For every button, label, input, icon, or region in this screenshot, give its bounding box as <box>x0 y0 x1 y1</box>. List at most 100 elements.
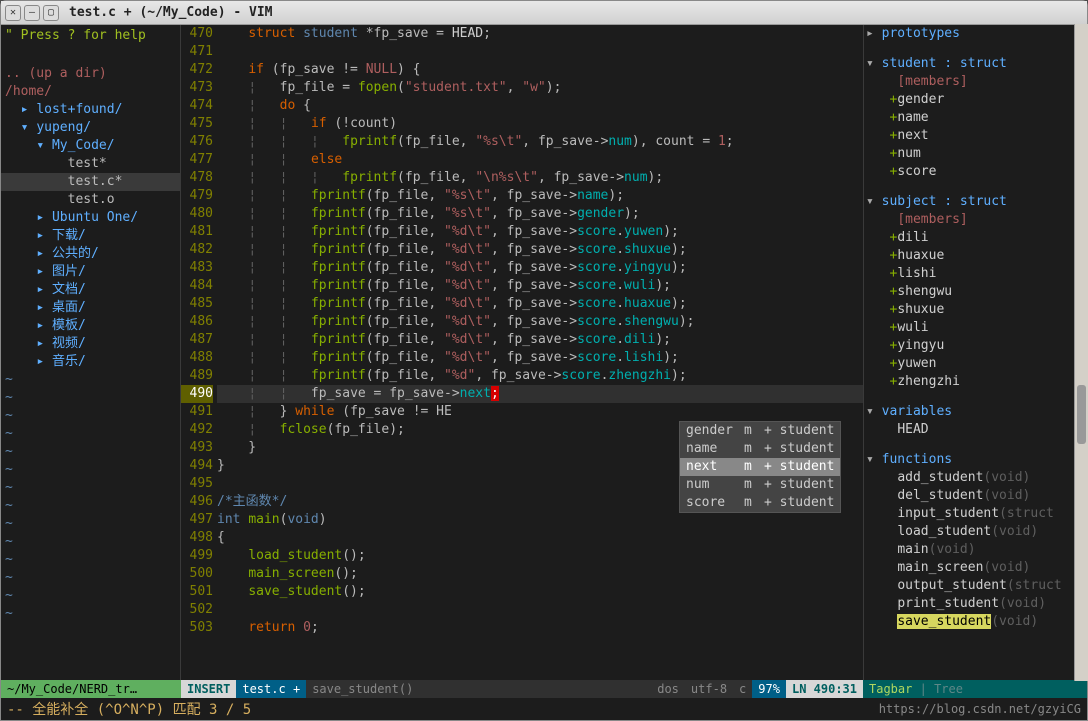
tagbar-function[interactable]: load_student(void) <box>866 523 1087 541</box>
completion-item[interactable]: genderm+ student <box>680 422 840 440</box>
code-line[interactable]: ¦ fp_file = fopen("student.txt", "w"); <box>217 79 863 97</box>
nerdtree-item[interactable]: ▸ 下载/ <box>1 227 180 245</box>
tagbar-section[interactable]: ▾ student : struct <box>866 55 1087 73</box>
tagbar-member[interactable]: +next <box>866 127 1087 145</box>
gutter-line: 472 <box>181 61 213 79</box>
code-line[interactable]: struct student *fp_save = HEAD; <box>217 25 863 43</box>
window-maximize-button[interactable]: ▢ <box>43 5 59 21</box>
code-line[interactable]: ¦ ¦ fprintf(fp_file, "%d\t", fp_save->sc… <box>217 349 863 367</box>
editor-panel[interactable]: 4704714724734744754764774784794804814824… <box>181 25 863 680</box>
tagbar-section[interactable]: ▾ variables <box>866 403 1087 421</box>
tagbar-member[interactable]: +lishi <box>866 265 1087 283</box>
completion-item[interactable]: namem+ student <box>680 440 840 458</box>
nerdtree-item[interactable]: ▾ My_Code/ <box>1 137 180 155</box>
tagbar-member[interactable]: +name <box>866 109 1087 127</box>
nerdtree-item[interactable]: ▸ 模板/ <box>1 317 180 335</box>
tagbar-function[interactable]: main_screen(void) <box>866 559 1087 577</box>
nerdtree-item[interactable]: ▸ 公共的/ <box>1 245 180 263</box>
code-line[interactable]: ¦ ¦ else <box>217 151 863 169</box>
status-encoding: utf-8 <box>685 680 733 698</box>
code-line[interactable]: ¦ ¦ if (!count) <box>217 115 863 133</box>
tagbar-function[interactable]: add_student(void) <box>866 469 1087 487</box>
tagbar-function[interactable]: save_student(void) <box>866 613 1087 631</box>
nerdtree-updir[interactable]: .. (up a dir) <box>1 65 180 83</box>
code-line[interactable]: int main(void) <box>217 511 863 529</box>
nerdtree-item[interactable]: ▾ yupeng/ <box>1 119 180 137</box>
code-line[interactable]: ¦ ¦ fprintf(fp_file, "%d\t", fp_save->sc… <box>217 277 863 295</box>
code-line[interactable]: save_student(); <box>217 583 863 601</box>
nerdtree-item[interactable]: ▸ 图片/ <box>1 263 180 281</box>
code-line[interactable]: ¦ ¦ fprintf(fp_file, "%d\t", fp_save->sc… <box>217 295 863 313</box>
tilde-line: ~ <box>1 569 180 587</box>
code-line[interactable]: ¦ ¦ fprintf(fp_file, "%d\t", fp_save->sc… <box>217 259 863 277</box>
tagbar-member[interactable]: +dili <box>866 229 1087 247</box>
tagbar-member[interactable]: +zhengzhi <box>866 373 1087 391</box>
nerdtree-root[interactable]: /home/ <box>1 83 180 101</box>
nerdtree-item[interactable]: ▸ 视频/ <box>1 335 180 353</box>
code-line[interactable]: ¦ ¦ fp_save = fp_save->next; <box>217 385 863 403</box>
tagbar-member[interactable]: +num <box>866 145 1087 163</box>
tagbar-member[interactable]: +huaxue <box>866 247 1087 265</box>
titlebar[interactable]: ✕ – ▢ test.c + (~/My_Code) - VIM <box>1 1 1087 25</box>
tilde-line: ~ <box>1 407 180 425</box>
tagbar-section[interactable]: ▾ functions <box>866 451 1087 469</box>
nerdtree-item[interactable]: ▸ lost+found/ <box>1 101 180 119</box>
gutter-line: 500 <box>181 565 213 583</box>
code-line[interactable]: ¦ ¦ fprintf(fp_file, "%d\t", fp_save->sc… <box>217 331 863 349</box>
window-close-button[interactable]: ✕ <box>5 5 21 21</box>
code-line[interactable]: ¦ do { <box>217 97 863 115</box>
code-line[interactable]: { <box>217 529 863 547</box>
nerdtree-item[interactable]: test.c* <box>1 173 180 191</box>
scrollbar-thumb[interactable] <box>1077 385 1086 444</box>
tagbar-member[interactable]: +yuwen <box>866 355 1087 373</box>
tagbar-function[interactable]: output_student(struct <box>866 577 1087 595</box>
gutter-line: 471 <box>181 43 213 61</box>
gutter-line: 477 <box>181 151 213 169</box>
tilde-line: ~ <box>1 533 180 551</box>
code-line[interactable]: ¦ ¦ fprintf(fp_file, "%d", fp_save->scor… <box>217 367 863 385</box>
tagbar-function[interactable]: print_student(void) <box>866 595 1087 613</box>
code-line[interactable]: ¦ ¦ fprintf(fp_file, "%s\t", fp_save->na… <box>217 187 863 205</box>
code-line[interactable]: ¦ ¦ fprintf(fp_file, "%d\t", fp_save->sc… <box>217 241 863 259</box>
nerdtree-item[interactable]: ▸ 文档/ <box>1 281 180 299</box>
gutter-line: 483 <box>181 259 213 277</box>
code-line[interactable]: ¦ ¦ fprintf(fp_file, "%s\t", fp_save->ge… <box>217 205 863 223</box>
code-line[interactable]: ¦ ¦ ¦ fprintf(fp_file, "\n%s\t", fp_save… <box>217 169 863 187</box>
code-line[interactable] <box>217 601 863 619</box>
completion-item[interactable]: numm+ student <box>680 476 840 494</box>
tagbar-member[interactable]: +shuxue <box>866 301 1087 319</box>
tagbar-member[interactable]: +score <box>866 163 1087 181</box>
nerdtree-item[interactable]: test* <box>1 155 180 173</box>
code-line[interactable] <box>217 43 863 61</box>
nerdtree-item[interactable]: ▸ Ubuntu One/ <box>1 209 180 227</box>
nerdtree-item[interactable]: ▸ 桌面/ <box>1 299 180 317</box>
nerdtree-item[interactable]: test.o <box>1 191 180 209</box>
code-line[interactable]: ¦ ¦ fprintf(fp_file, "%d\t", fp_save->sc… <box>217 313 863 331</box>
tagbar-section[interactable]: ▾ subject : struct <box>866 193 1087 211</box>
code-line[interactable]: ¦ ¦ fprintf(fp_file, "%d\t", fp_save->sc… <box>217 223 863 241</box>
nerdtree-panel[interactable]: " Press ? for help .. (up a dir) /home/ … <box>1 25 181 680</box>
code-line[interactable]: load_student(); <box>217 547 863 565</box>
code-line[interactable]: main_screen(); <box>217 565 863 583</box>
tagbar-member[interactable]: +gender <box>866 91 1087 109</box>
code-line[interactable]: ¦ ¦ ¦ fprintf(fp_file, "%s\t", fp_save->… <box>217 133 863 151</box>
nerdtree-item[interactable]: ▸ 音乐/ <box>1 353 180 371</box>
tagbar-panel[interactable]: ▸ prototypes▾ student : struct [members]… <box>863 25 1087 680</box>
tagbar-member[interactable]: +yingyu <box>866 337 1087 355</box>
code-line[interactable]: if (fp_save != NULL) { <box>217 61 863 79</box>
code-area[interactable]: struct student *fp_save = HEAD; if (fp_s… <box>217 25 863 680</box>
scrollbar-vertical[interactable] <box>1074 24 1088 681</box>
tagbar-function[interactable]: del_student(void) <box>866 487 1087 505</box>
completion-item[interactable]: scorem+ student <box>680 494 840 512</box>
tagbar-member[interactable]: +wuli <box>866 319 1087 337</box>
tagbar-member[interactable]: +shengwu <box>866 283 1087 301</box>
tagbar-function[interactable]: main(void) <box>866 541 1087 559</box>
code-line[interactable]: ¦ } while (fp_save != HE <box>217 403 863 421</box>
completion-item[interactable]: nextm+ student <box>680 458 840 476</box>
code-line[interactable]: return 0; <box>217 619 863 637</box>
tagbar-variable[interactable]: HEAD <box>866 421 1087 439</box>
tagbar-section[interactable]: ▸ prototypes <box>866 25 1087 43</box>
window-minimize-button[interactable]: – <box>24 5 40 21</box>
tagbar-function[interactable]: input_student(struct <box>866 505 1087 523</box>
completion-popup[interactable]: genderm+ studentnamem+ studentnextm+ stu… <box>679 421 841 513</box>
